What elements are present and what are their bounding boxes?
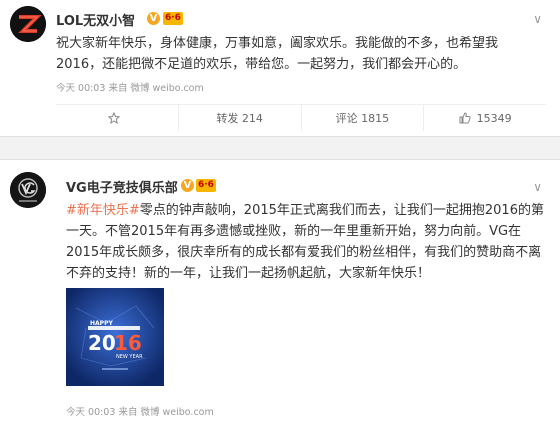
source-prefix: 来自 [108, 83, 128, 94]
hashtag-link[interactable]: #新年快乐# [66, 203, 140, 218]
author-name[interactable]: VG电子竞技俱乐部 [66, 177, 178, 196]
post-time[interactable]: 今天 00:03 [56, 83, 105, 94]
author-avatar[interactable] [10, 6, 46, 42]
post-image[interactable]: HAPPY 20 16 NEW YEAR [66, 288, 164, 386]
author-name[interactable]: LOL无双小智 [56, 10, 135, 29]
image-text-new-year: NEW YEAR [116, 354, 143, 360]
post-separator [0, 136, 560, 160]
bookmark-button[interactable] [56, 105, 178, 131]
post-source[interactable]: 微博 weibo.com [140, 407, 213, 418]
repost-button[interactable]: 转发 214 [177, 105, 301, 131]
image-text-happy: HAPPY [90, 320, 113, 327]
weibo-post: VG电子竞技俱乐部 V 6·6 ∨ #新年快乐#零点的钟声敲响，2015年正式离… [0, 160, 560, 421]
post-text: 祝大家新年快乐，身体健康，万事如意，阖家欢乐。我能做的不多，也希望我2016，还… [56, 36, 499, 72]
z-logo-icon [10, 6, 46, 42]
bookmark-icon [107, 112, 120, 124]
post-source[interactable]: 微博 weibo.com [130, 83, 203, 94]
repost-label: 转发 214 [216, 112, 263, 125]
image-text-year-a: 20 [88, 331, 116, 355]
verified-icon: V [147, 12, 160, 25]
source-prefix: 来自 [118, 407, 138, 418]
chevron-down-icon[interactable]: ∨ [533, 12, 542, 26]
action-bar: 转发 214 评论 1815 15349 [56, 104, 546, 131]
comment-button[interactable]: 评论 1815 [300, 105, 424, 131]
thumbs-up-icon [459, 112, 471, 124]
image-text-year-b: 16 [114, 331, 142, 355]
member-badge: 6·6 [196, 179, 216, 192]
post-meta: 今天 00:03 来自 微博 weibo.com [66, 404, 214, 418]
author-avatar[interactable] [10, 172, 46, 208]
post-time[interactable]: 今天 00:03 [66, 407, 115, 418]
like-count: 15349 [476, 111, 512, 125]
member-badge: 6·6 [163, 12, 183, 25]
vg-logo-icon [10, 172, 46, 208]
comment-label: 评论 1815 [335, 112, 390, 125]
new-year-graphic: HAPPY 20 16 NEW YEAR [66, 288, 164, 386]
verified-icon: V [181, 179, 194, 192]
weibo-post: LOL无双小智 V 6·6 ∨ 祝大家新年快乐，身体健康，万事如意，阖家欢乐。我… [0, 0, 560, 136]
chevron-down-icon[interactable]: ∨ [533, 180, 542, 194]
post-meta: 今天 00:03 来自 微博 weibo.com [56, 80, 204, 94]
like-button[interactable]: 15349 [423, 105, 546, 131]
post-text: #新年快乐#零点的钟声敲响，2015年正式离我们而去，让我们一起拥抱2016的第… [66, 200, 544, 284]
